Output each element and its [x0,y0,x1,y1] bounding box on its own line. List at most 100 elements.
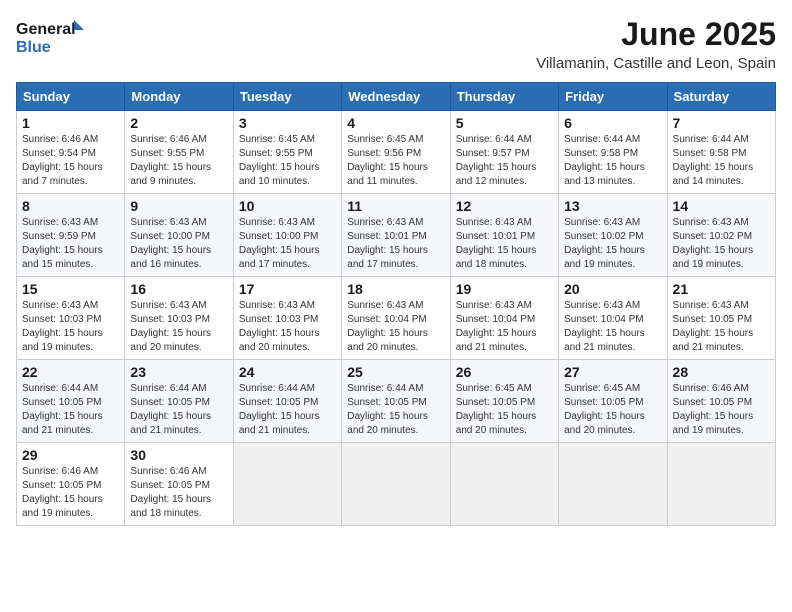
svg-text:Blue: Blue [16,39,51,56]
calendar-table: SundayMondayTuesdayWednesdayThursdayFrid… [16,82,776,526]
day-number: 6 [564,115,661,131]
day-info: Sunrise: 6:44 AM Sunset: 9:58 PM Dayligh… [564,133,661,189]
day-info: Sunrise: 6:46 AM Sunset: 9:54 PM Dayligh… [22,133,119,189]
logo-svg: GeneralBlue [16,16,86,58]
day-number: 16 [130,281,227,297]
day-info: Sunrise: 6:43 AM Sunset: 10:03 PM Daylig… [130,299,227,355]
week-row: 29 Sunrise: 6:46 AM Sunset: 10:05 PM Dayl… [17,443,776,526]
day-info: Sunrise: 6:44 AM Sunset: 10:05 PM Daylig… [347,382,444,438]
day-cell [233,443,341,526]
day-cell: 14 Sunrise: 6:43 AM Sunset: 10:02 PM Dayl… [667,194,775,277]
day-number: 13 [564,198,661,214]
col-header-thursday: Thursday [450,83,558,111]
header-row: SundayMondayTuesdayWednesdayThursdayFrid… [17,83,776,111]
week-row: 15 Sunrise: 6:43 AM Sunset: 10:03 PM Dayl… [17,277,776,360]
day-info: Sunrise: 6:44 AM Sunset: 10:05 PM Daylig… [22,382,119,438]
day-number: 2 [130,115,227,131]
day-number: 9 [130,198,227,214]
day-info: Sunrise: 6:43 AM Sunset: 10:00 PM Daylig… [239,216,336,272]
day-cell: 22 Sunrise: 6:44 AM Sunset: 10:05 PM Dayl… [17,360,125,443]
day-info: Sunrise: 6:43 AM Sunset: 10:01 PM Daylig… [347,216,444,272]
day-cell [559,443,667,526]
day-number: 12 [456,198,553,214]
day-cell: 10 Sunrise: 6:43 AM Sunset: 10:00 PM Dayl… [233,194,341,277]
col-header-wednesday: Wednesday [342,83,450,111]
day-info: Sunrise: 6:43 AM Sunset: 9:59 PM Dayligh… [22,216,119,272]
day-info: Sunrise: 6:45 AM Sunset: 10:05 PM Daylig… [564,382,661,438]
day-number: 10 [239,198,336,214]
day-cell: 11 Sunrise: 6:43 AM Sunset: 10:01 PM Dayl… [342,194,450,277]
day-number: 14 [673,198,770,214]
day-cell: 21 Sunrise: 6:43 AM Sunset: 10:05 PM Dayl… [667,277,775,360]
col-header-friday: Friday [559,83,667,111]
day-info: Sunrise: 6:46 AM Sunset: 10:05 PM Daylig… [673,382,770,438]
day-number: 23 [130,364,227,380]
day-number: 17 [239,281,336,297]
day-info: Sunrise: 6:45 AM Sunset: 9:55 PM Dayligh… [239,133,336,189]
day-info: Sunrise: 6:43 AM Sunset: 10:02 PM Daylig… [673,216,770,272]
col-header-sunday: Sunday [17,83,125,111]
day-cell: 2Sunrise: 6:46 AM Sunset: 9:55 PM Daylig… [125,111,233,194]
day-number: 8 [22,198,119,214]
col-header-tuesday: Tuesday [233,83,341,111]
day-cell: 4Sunrise: 6:45 AM Sunset: 9:56 PM Daylig… [342,111,450,194]
day-number: 22 [22,364,119,380]
day-info: Sunrise: 6:43 AM Sunset: 10:04 PM Daylig… [456,299,553,355]
day-info: Sunrise: 6:43 AM Sunset: 10:01 PM Daylig… [456,216,553,272]
day-cell: 7 Sunrise: 6:44 AM Sunset: 9:58 PM Daylig… [667,111,775,194]
day-info: Sunrise: 6:44 AM Sunset: 9:58 PM Dayligh… [673,133,770,189]
day-number: 7 [673,115,770,131]
day-cell: 20Sunrise: 6:43 AM Sunset: 10:04 PM Dayl… [559,277,667,360]
day-number: 26 [456,364,553,380]
day-cell: 30 Sunrise: 6:46 AM Sunset: 10:05 PM Dayl… [125,443,233,526]
day-cell: 1Sunrise: 6:46 AM Sunset: 9:54 PM Daylig… [17,111,125,194]
day-cell: 29 Sunrise: 6:46 AM Sunset: 10:05 PM Dayl… [17,443,125,526]
day-cell: 17 Sunrise: 6:43 AM Sunset: 10:03 PM Dayl… [233,277,341,360]
day-info: Sunrise: 6:44 AM Sunset: 9:57 PM Dayligh… [456,133,553,189]
day-cell: 28 Sunrise: 6:46 AM Sunset: 10:05 PM Dayl… [667,360,775,443]
day-cell: 18 Sunrise: 6:43 AM Sunset: 10:04 PM Dayl… [342,277,450,360]
day-info: Sunrise: 6:44 AM Sunset: 10:05 PM Daylig… [239,382,336,438]
day-number: 29 [22,447,119,463]
day-cell: 8 Sunrise: 6:43 AM Sunset: 9:59 PM Daylig… [17,194,125,277]
day-cell: 15 Sunrise: 6:43 AM Sunset: 10:03 PM Dayl… [17,277,125,360]
day-info: Sunrise: 6:43 AM Sunset: 10:04 PM Daylig… [564,299,661,355]
day-number: 15 [22,281,119,297]
day-cell: 25 Sunrise: 6:44 AM Sunset: 10:05 PM Dayl… [342,360,450,443]
day-info: Sunrise: 6:43 AM Sunset: 10:04 PM Daylig… [347,299,444,355]
day-cell: 3Sunrise: 6:45 AM Sunset: 9:55 PM Daylig… [233,111,341,194]
svg-text:General: General [16,21,76,38]
day-cell: 9Sunrise: 6:43 AM Sunset: 10:00 PM Dayli… [125,194,233,277]
day-cell: 16 Sunrise: 6:43 AM Sunset: 10:03 PM Dayl… [125,277,233,360]
day-info: Sunrise: 6:43 AM Sunset: 10:03 PM Daylig… [22,299,119,355]
day-number: 18 [347,281,444,297]
day-cell: 13 Sunrise: 6:43 AM Sunset: 10:02 PM Dayl… [559,194,667,277]
day-number: 24 [239,364,336,380]
logo: GeneralBlue [16,16,86,58]
day-cell [667,443,775,526]
day-number: 28 [673,364,770,380]
day-cell: 27 Sunrise: 6:45 AM Sunset: 10:05 PM Dayl… [559,360,667,443]
day-info: Sunrise: 6:43 AM Sunset: 10:03 PM Daylig… [239,299,336,355]
day-info: Sunrise: 6:46 AM Sunset: 10:05 PM Daylig… [130,465,227,521]
day-number: 30 [130,447,227,463]
week-row: 1Sunrise: 6:46 AM Sunset: 9:54 PM Daylig… [17,111,776,194]
day-cell: 24 Sunrise: 6:44 AM Sunset: 10:05 PM Dayl… [233,360,341,443]
day-cell: 5Sunrise: 6:44 AM Sunset: 9:57 PM Daylig… [450,111,558,194]
day-info: Sunrise: 6:45 AM Sunset: 10:05 PM Daylig… [456,382,553,438]
day-info: Sunrise: 6:46 AM Sunset: 10:05 PM Daylig… [22,465,119,521]
day-number: 25 [347,364,444,380]
col-header-saturday: Saturday [667,83,775,111]
day-info: Sunrise: 6:43 AM Sunset: 10:05 PM Daylig… [673,299,770,355]
day-info: Sunrise: 6:43 AM Sunset: 10:02 PM Daylig… [564,216,661,272]
day-number: 4 [347,115,444,131]
week-row: 8 Sunrise: 6:43 AM Sunset: 9:59 PM Daylig… [17,194,776,277]
week-row: 22 Sunrise: 6:44 AM Sunset: 10:05 PM Dayl… [17,360,776,443]
day-cell: 23Sunrise: 6:44 AM Sunset: 10:05 PM Dayl… [125,360,233,443]
day-cell: 12 Sunrise: 6:43 AM Sunset: 10:01 PM Dayl… [450,194,558,277]
day-number: 27 [564,364,661,380]
day-cell [450,443,558,526]
day-number: 11 [347,198,444,214]
day-number: 21 [673,281,770,297]
day-cell: 6 Sunrise: 6:44 AM Sunset: 9:58 PM Daylig… [559,111,667,194]
